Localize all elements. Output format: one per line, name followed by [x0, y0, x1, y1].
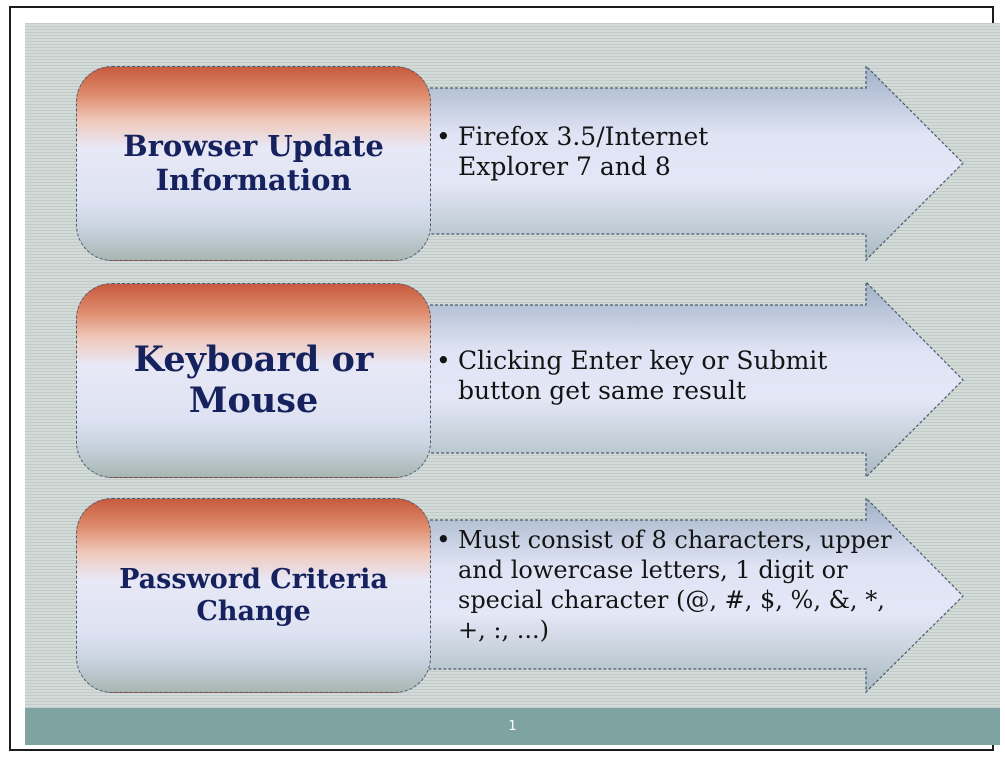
row-label-text: Password Criteria Change [119, 564, 388, 627]
slide-page: Browser Update Information • Firefox 3.5… [0, 0, 1005, 759]
bullet-icon: • [436, 525, 451, 554]
bullet-list: • Must consist of 8 characters, upper an… [436, 525, 956, 645]
bullet-text: Must consist of 8 characters, upper and … [458, 526, 892, 644]
page-number: 1 [508, 719, 517, 734]
row-label-box: Password Criteria Change [76, 498, 431, 693]
footer-bar: 1 [25, 708, 1000, 745]
bullet-item: • Must consist of 8 characters, upper an… [436, 525, 956, 645]
